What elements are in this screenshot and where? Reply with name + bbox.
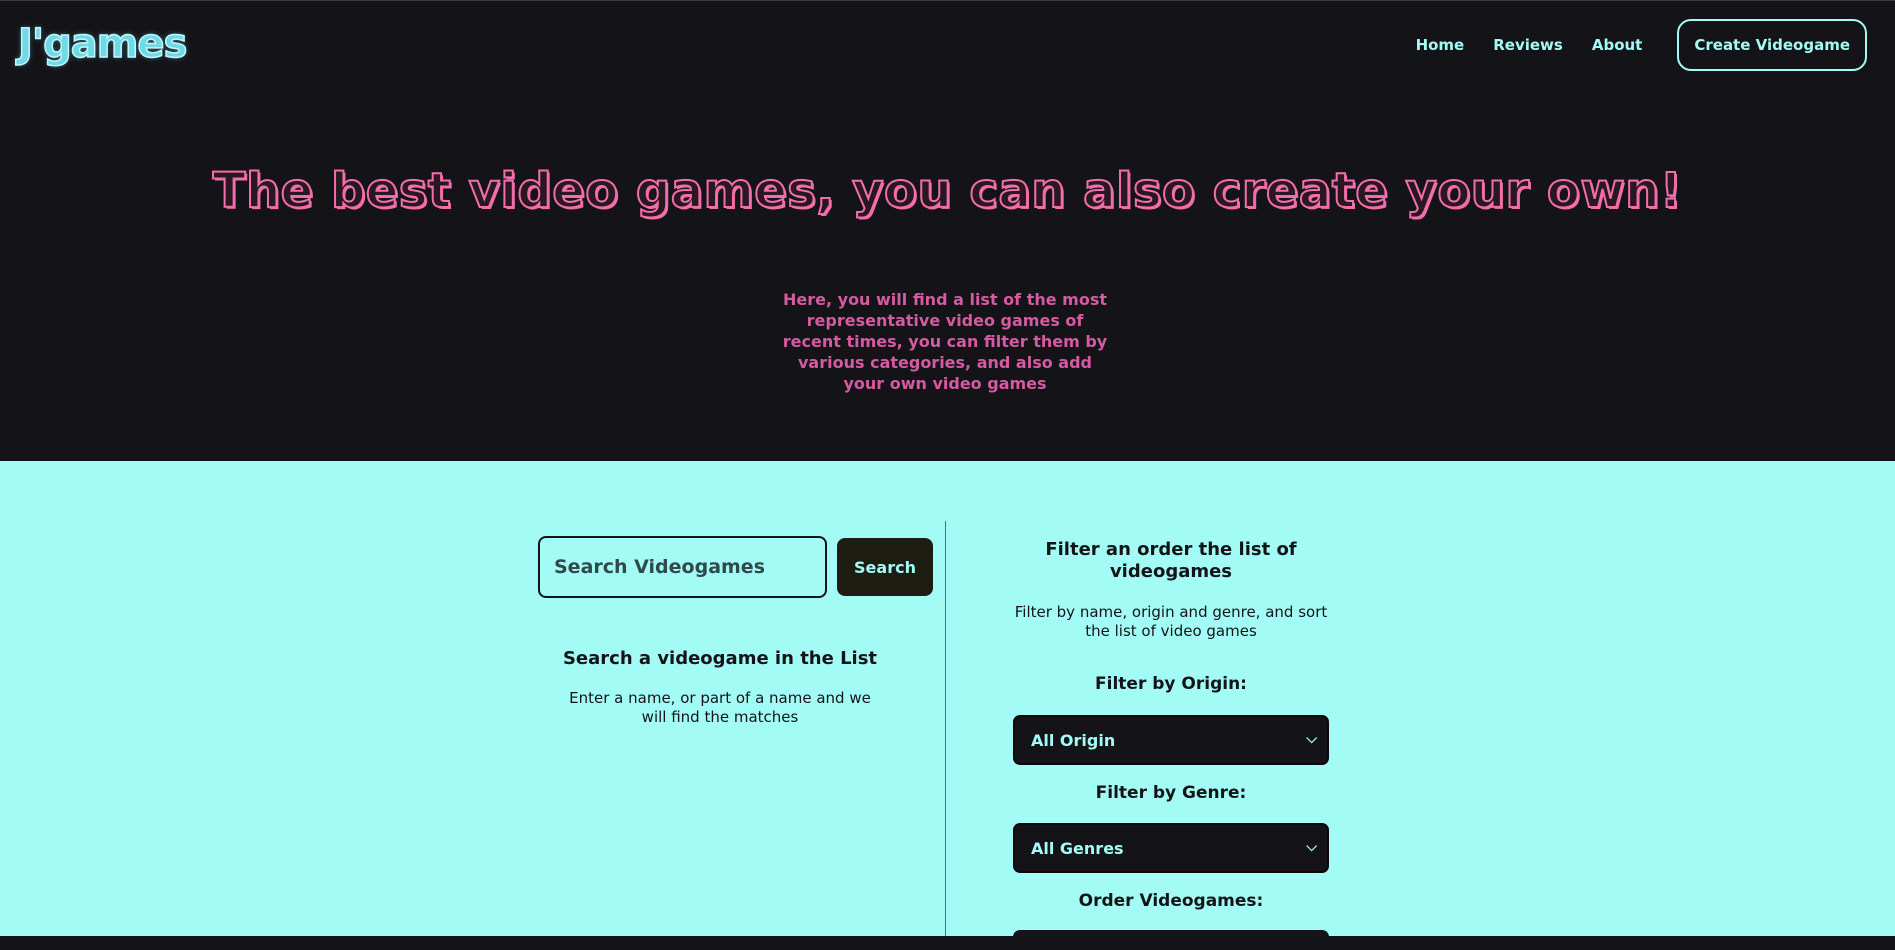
genre-select-value: All Genres xyxy=(1031,838,1124,858)
nav-link-reviews[interactable]: Reviews xyxy=(1493,36,1563,54)
origin-filter-label: Filter by Origin: xyxy=(1095,674,1247,694)
search-description: Enter a name, or part of a name and we w… xyxy=(569,689,871,726)
hero-description: Here, you will find a list of the most r… xyxy=(782,290,1108,393)
content-section xyxy=(0,461,1895,936)
create-videogame-button[interactable]: Create Videogame xyxy=(1677,19,1867,71)
order-select[interactable] xyxy=(1013,930,1329,950)
main-nav: Home Reviews About Create Videogame xyxy=(1387,19,1867,71)
order-label: Order Videogames: xyxy=(1078,891,1264,911)
search-title: Search a videogame in the List xyxy=(562,648,878,669)
hero-title: The best video games, you can also creat… xyxy=(212,162,1683,220)
header-section: J'games Home Reviews About Create Videog… xyxy=(0,0,1895,461)
search-button[interactable]: Search xyxy=(837,538,933,596)
origin-select-value: All Origin xyxy=(1031,730,1116,750)
nav-link-home[interactable]: Home xyxy=(1416,36,1465,54)
search-input[interactable] xyxy=(538,536,827,598)
site-logo[interactable]: J'games xyxy=(17,20,188,68)
origin-select[interactable]: All Origin ⌵ xyxy=(1013,715,1329,765)
genre-select[interactable]: All Genres ⌵ xyxy=(1013,823,1329,873)
filter-description: Filter by name, origin and genre, and so… xyxy=(1014,603,1328,640)
chevron-down-icon: ⌵ xyxy=(1306,839,1317,855)
chevron-down-icon: ⌵ xyxy=(1306,731,1317,747)
filter-title: Filter an order the list of videogames xyxy=(1045,539,1297,582)
genre-filter-label: Filter by Genre: xyxy=(1095,783,1247,803)
nav-link-about[interactable]: About xyxy=(1592,36,1643,54)
section-divider xyxy=(945,521,946,936)
